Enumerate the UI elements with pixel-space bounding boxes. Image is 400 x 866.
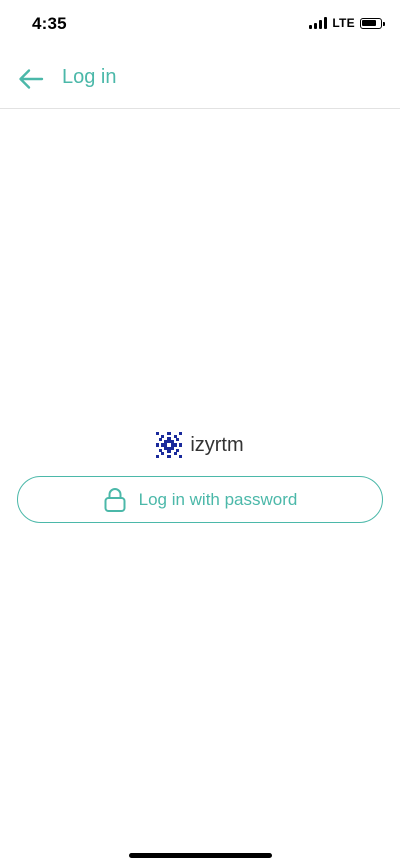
signal-icon xyxy=(309,17,328,29)
organization-name: izyrtm xyxy=(190,433,244,456)
login-button-label: Log in with password xyxy=(138,489,298,509)
organization-row: izyrtm xyxy=(0,432,400,458)
home-indicator[interactable] xyxy=(129,853,272,858)
status-bar: 4:35 LTE xyxy=(0,0,400,48)
network-label: LTE xyxy=(332,16,355,30)
arrow-left-icon xyxy=(19,69,44,89)
lock-icon xyxy=(103,487,127,513)
login-screen: 4:35 LTE Log in izyrtm Log in with passw… xyxy=(0,0,400,866)
login-with-password-button[interactable]: Log in with password xyxy=(17,476,383,523)
page-title: Log in xyxy=(62,66,117,88)
status-indicators: LTE xyxy=(309,16,385,30)
back-button[interactable] xyxy=(14,62,48,96)
battery-icon xyxy=(360,17,385,29)
nav-header: Log in xyxy=(0,48,400,109)
organization-logo xyxy=(156,432,183,458)
status-time: 4:35 xyxy=(32,14,67,33)
